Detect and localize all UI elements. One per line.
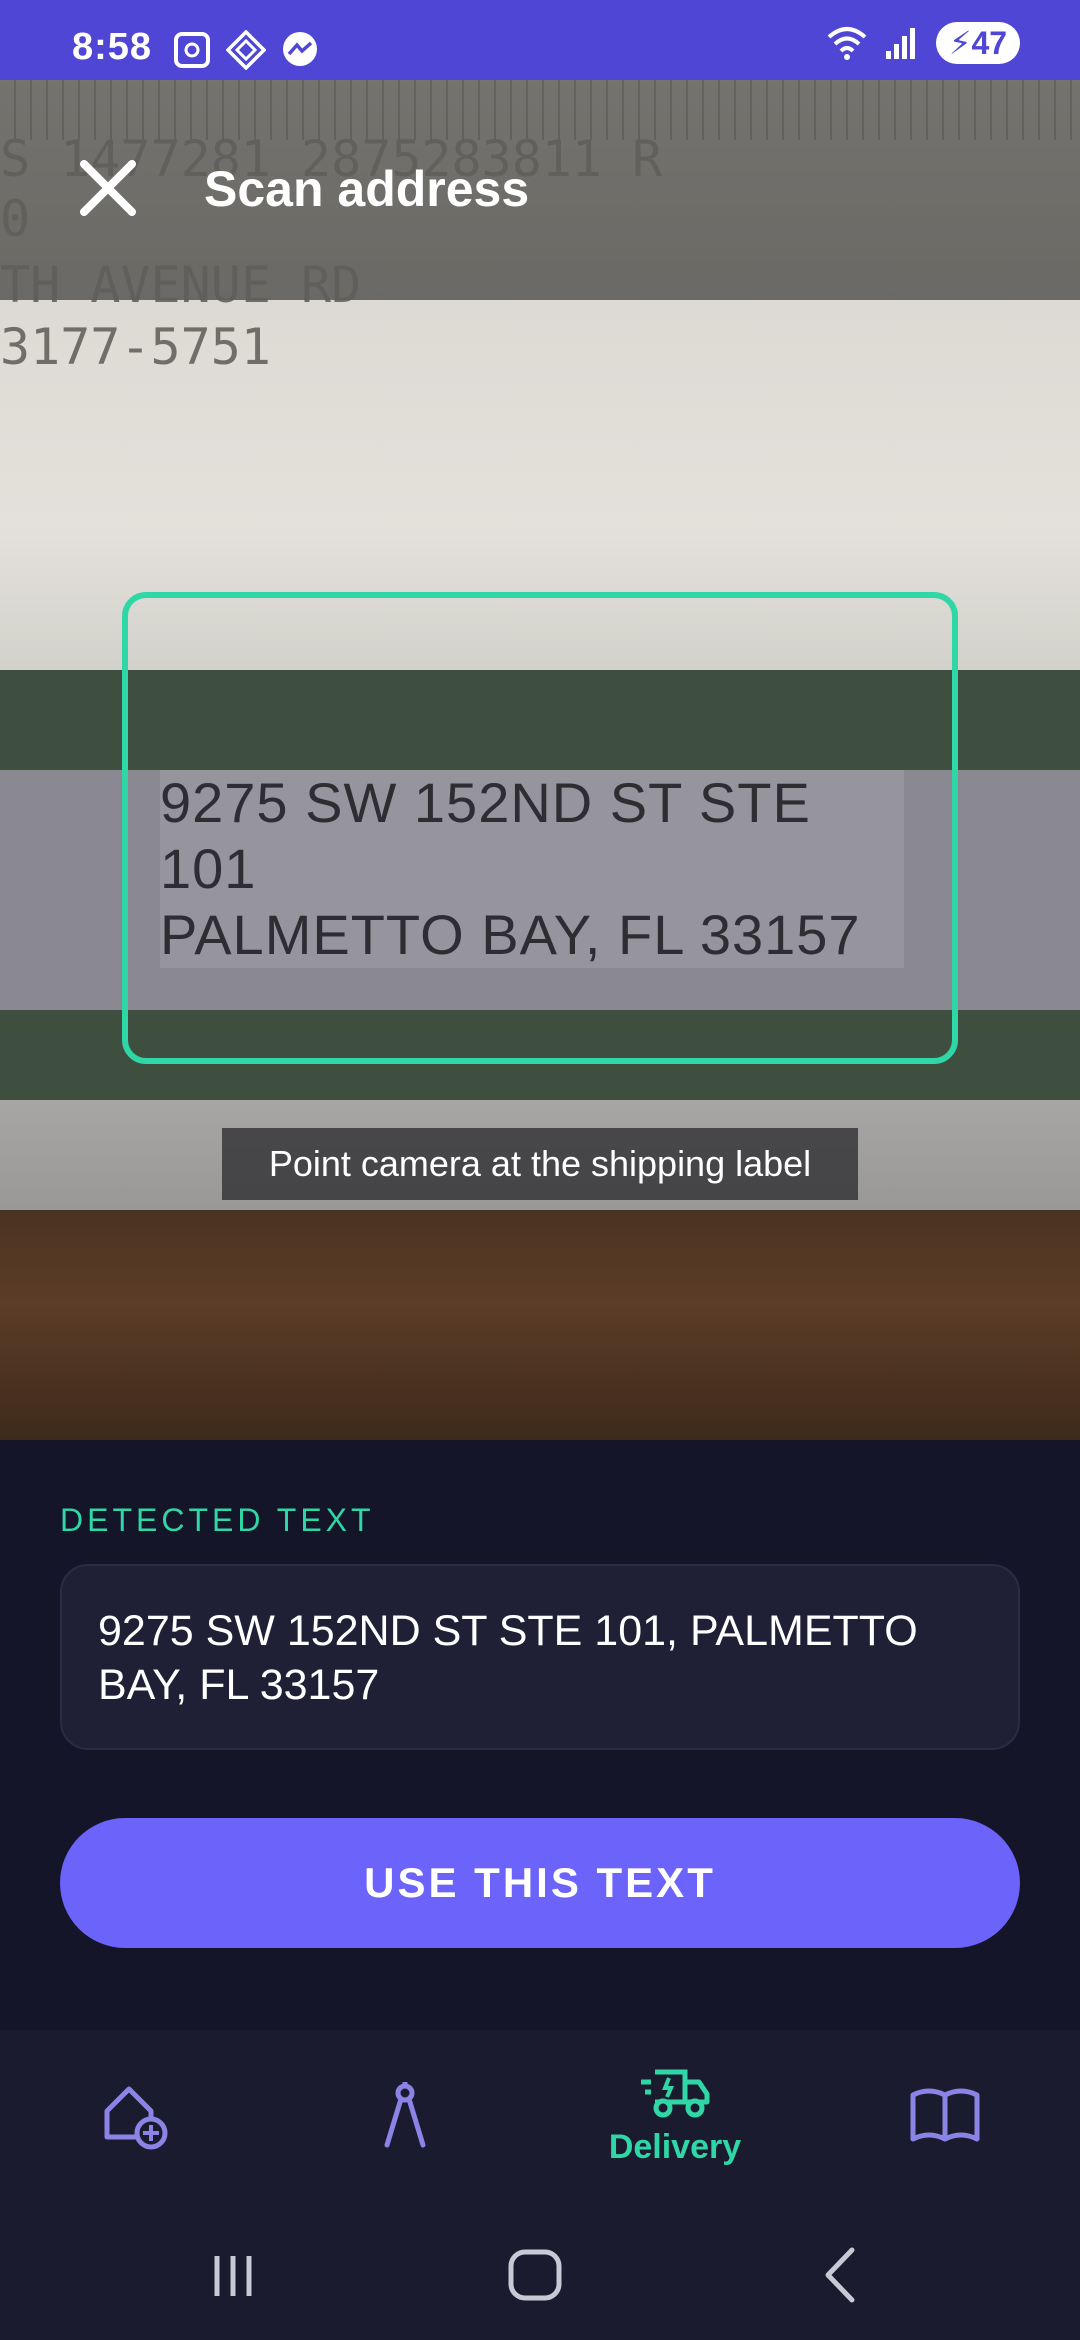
detected-text-sheet: DETECTED TEXT 9275 SW 152ND ST STE 101, … — [0, 1440, 1080, 2030]
detected-text-label: DETECTED TEXT — [60, 1502, 375, 1538]
home-add-icon — [104, 2086, 168, 2150]
notification-icons — [172, 30, 320, 70]
app-icon — [226, 30, 266, 70]
battery-level: 47 — [971, 24, 1008, 61]
system-status-icons: ⚡ 47 — [826, 22, 1020, 64]
system-navigation-bar — [0, 2200, 1080, 2340]
back-icon[interactable] — [800, 2240, 880, 2310]
compass-icon — [384, 2082, 426, 2148]
camera-hint: Point camera at the shipping label — [222, 1128, 858, 1200]
nav-label-delivery: Delivery — [608, 2127, 742, 2166]
use-this-text-button[interactable]: USE THIS TEXT — [60, 1818, 1020, 1948]
book-icon — [910, 2088, 980, 2142]
wifi-icon — [827, 27, 867, 60]
app-bar: Scan address — [0, 80, 1080, 300]
home-icon[interactable] — [495, 2240, 575, 2310]
recents-icon[interactable] — [193, 2240, 273, 2310]
bolt-icon: ⚡ — [948, 25, 972, 61]
page-title: Scan address — [204, 161, 530, 217]
status-time: 8:58 — [72, 26, 153, 68]
detected-text-field[interactable]: 9275 SW 152ND ST STE 101, PALMETTO BAY, … — [60, 1564, 1020, 1750]
scan-frame — [122, 592, 958, 1064]
battery-icon: ⚡ 47 — [936, 22, 1020, 64]
close-icon[interactable] — [76, 156, 140, 220]
nav-item-compass[interactable] — [270, 2030, 540, 2200]
nav-item-delivery[interactable]: Delivery — [540, 2030, 810, 2200]
scan-address-screen: 8:58 ⚡ 47 S 1477281 2875283811 R 0 TH AV… — [0, 0, 1080, 2340]
status-bar: 8:58 ⚡ 47 — [0, 0, 1080, 80]
bottom-navigation: Delivery — [0, 2030, 1080, 2200]
screenshot-icon — [174, 32, 210, 68]
nav-item-home[interactable] — [0, 2030, 270, 2200]
delivery-truck-icon — [641, 2069, 710, 2117]
messenger-icon — [283, 32, 317, 66]
signal-icon — [886, 28, 915, 59]
nav-item-guide[interactable] — [810, 2030, 1080, 2200]
